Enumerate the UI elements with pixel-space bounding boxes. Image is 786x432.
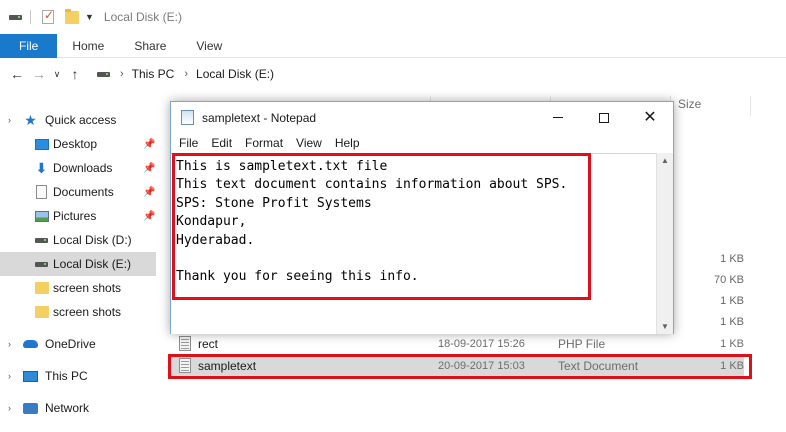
expand-chevron-icon[interactable]: › bbox=[8, 403, 11, 413]
menu-edit[interactable]: Edit bbox=[203, 136, 237, 150]
nav-label: Documents bbox=[53, 185, 114, 199]
maximize-button[interactable] bbox=[581, 102, 627, 133]
address-drive-icon bbox=[96, 68, 110, 80]
folder-icon bbox=[34, 305, 49, 319]
pin-icon[interactable]: 📌 bbox=[143, 211, 155, 222]
tab-share[interactable]: Share bbox=[119, 34, 181, 58]
pin-icon[interactable]: 📌 bbox=[143, 187, 155, 198]
file-date: 18-09-2017 15:26 bbox=[438, 337, 525, 350]
notepad-title-bar[interactable]: sampletext - Notepad ✕ bbox=[171, 102, 673, 133]
annotation-highlight-box bbox=[168, 354, 752, 379]
expand-chevron-icon[interactable]: › bbox=[8, 339, 11, 349]
nav-label: Network bbox=[45, 401, 90, 415]
navigation-pane: › ★ Quick access Desktop 📌 ⬇ Downloads 📌… bbox=[0, 90, 160, 432]
nav-label: Quick access bbox=[45, 113, 117, 127]
breadcrumb-separator-icon[interactable]: › bbox=[184, 68, 188, 80]
notepad-title: sampletext - Notepad bbox=[202, 111, 317, 125]
nav-label: screen shots bbox=[53, 305, 122, 319]
expand-chevron-icon[interactable]: › bbox=[8, 371, 11, 381]
nav-network[interactable]: › Network bbox=[0, 396, 156, 420]
vertical-scrollbar[interactable]: ▲ ▼ bbox=[656, 153, 673, 334]
address-bar: ← → ∨ ↑ › This PC › Local Disk (E:) bbox=[0, 58, 786, 90]
php-file-icon bbox=[179, 336, 191, 351]
nav-item-documents[interactable]: Documents 📌 bbox=[0, 180, 156, 204]
nav-label: This PC bbox=[45, 369, 88, 383]
nav-this-pc[interactable]: › This PC bbox=[0, 364, 156, 388]
nav-item-downloads[interactable]: ⬇ Downloads 📌 bbox=[0, 156, 156, 180]
close-icon: ✕ bbox=[643, 108, 657, 126]
minimize-button[interactable] bbox=[535, 102, 581, 133]
file-name: rect bbox=[198, 336, 219, 351]
nav-quick-access[interactable]: › ★ Quick access bbox=[0, 108, 156, 132]
menu-view[interactable]: View bbox=[288, 136, 327, 150]
column-divider[interactable] bbox=[750, 96, 751, 116]
nav-item-screen-shots[interactable]: screen shots bbox=[0, 300, 156, 324]
up-arrow-icon[interactable]: ↑ bbox=[64, 66, 86, 82]
ribbon-tabs: File Home Share View bbox=[0, 34, 786, 58]
toolbar-separator bbox=[30, 10, 31, 24]
tab-file[interactable]: File bbox=[0, 34, 58, 58]
nav-label: Local Disk (E:) bbox=[53, 257, 132, 271]
close-button[interactable]: ✕ bbox=[627, 102, 673, 133]
notepad-icon bbox=[181, 110, 194, 125]
scroll-down-icon[interactable]: ▼ bbox=[657, 322, 673, 331]
notepad-menu-bar: File Edit Format View Help bbox=[171, 133, 673, 153]
customize-toolbar-chevron-icon[interactable]: ▼ bbox=[85, 12, 94, 22]
back-arrow-icon[interactable]: ← bbox=[6, 66, 28, 82]
file-type: PHP File bbox=[558, 336, 606, 351]
computer-icon bbox=[23, 369, 38, 383]
window-title: Local Disk (E:) bbox=[103, 10, 182, 24]
tab-home[interactable]: Home bbox=[57, 34, 119, 58]
picture-icon bbox=[34, 209, 49, 223]
recent-locations-chevron-icon[interactable]: ∨ bbox=[50, 69, 64, 80]
document-icon bbox=[34, 185, 49, 199]
nav-item-local-disk-e[interactable]: Local Disk (E:) bbox=[0, 252, 156, 276]
explorer-title-bar: ▼ Local Disk (E:) bbox=[0, 0, 786, 34]
nav-label: OneDrive bbox=[45, 337, 96, 351]
menu-file[interactable]: File bbox=[171, 136, 203, 150]
drive-icon[interactable] bbox=[8, 11, 22, 23]
drive-icon bbox=[34, 233, 49, 247]
breadcrumb-this-pc[interactable]: This PC bbox=[132, 67, 175, 81]
column-header-size[interactable]: Size bbox=[678, 97, 701, 115]
table-row[interactable]: rect 18-09-2017 15:26 PHP File 1 KB bbox=[170, 333, 744, 354]
breadcrumb-local-disk-e[interactable]: Local Disk (E:) bbox=[196, 67, 274, 81]
folder-icon bbox=[34, 281, 49, 295]
nav-item-screen-shots[interactable]: screen shots bbox=[0, 276, 156, 300]
star-icon: ★ bbox=[24, 111, 37, 128]
nav-label: screen shots bbox=[53, 281, 122, 295]
breadcrumb-separator-icon[interactable]: › bbox=[120, 68, 124, 80]
nav-label: Desktop bbox=[53, 137, 98, 151]
pin-icon[interactable]: 📌 bbox=[143, 163, 155, 174]
nav-item-desktop[interactable]: Desktop 📌 bbox=[0, 132, 156, 156]
nav-onedrive[interactable]: › OneDrive bbox=[0, 332, 156, 356]
tab-view[interactable]: View bbox=[181, 34, 237, 58]
desktop-icon bbox=[34, 137, 49, 151]
scroll-up-icon[interactable]: ▲ bbox=[657, 156, 673, 165]
pin-icon[interactable]: 📌 bbox=[143, 139, 155, 150]
network-icon bbox=[23, 401, 38, 415]
nav-label: Pictures bbox=[53, 209, 97, 223]
minimize-icon bbox=[553, 117, 563, 118]
annotation-highlight-box bbox=[172, 153, 591, 300]
file-size: 1 KB bbox=[720, 337, 744, 350]
drive-icon bbox=[34, 257, 49, 271]
download-icon: ⬇ bbox=[35, 159, 48, 176]
nav-item-local-disk-d[interactable]: Local Disk (D:) bbox=[0, 228, 156, 252]
nav-label: Downloads bbox=[53, 161, 113, 175]
properties-icon[interactable] bbox=[41, 8, 55, 24]
expand-chevron-icon[interactable]: › bbox=[8, 115, 11, 125]
new-folder-icon[interactable] bbox=[65, 8, 79, 24]
menu-format[interactable]: Format bbox=[237, 136, 288, 150]
maximize-icon bbox=[599, 112, 609, 123]
menu-help[interactable]: Help bbox=[327, 136, 365, 150]
nav-item-pictures[interactable]: Pictures 📌 bbox=[0, 204, 156, 228]
cloud-icon bbox=[23, 337, 38, 351]
forward-arrow-icon[interactable]: → bbox=[28, 66, 50, 82]
nav-label: Local Disk (D:) bbox=[53, 233, 132, 247]
